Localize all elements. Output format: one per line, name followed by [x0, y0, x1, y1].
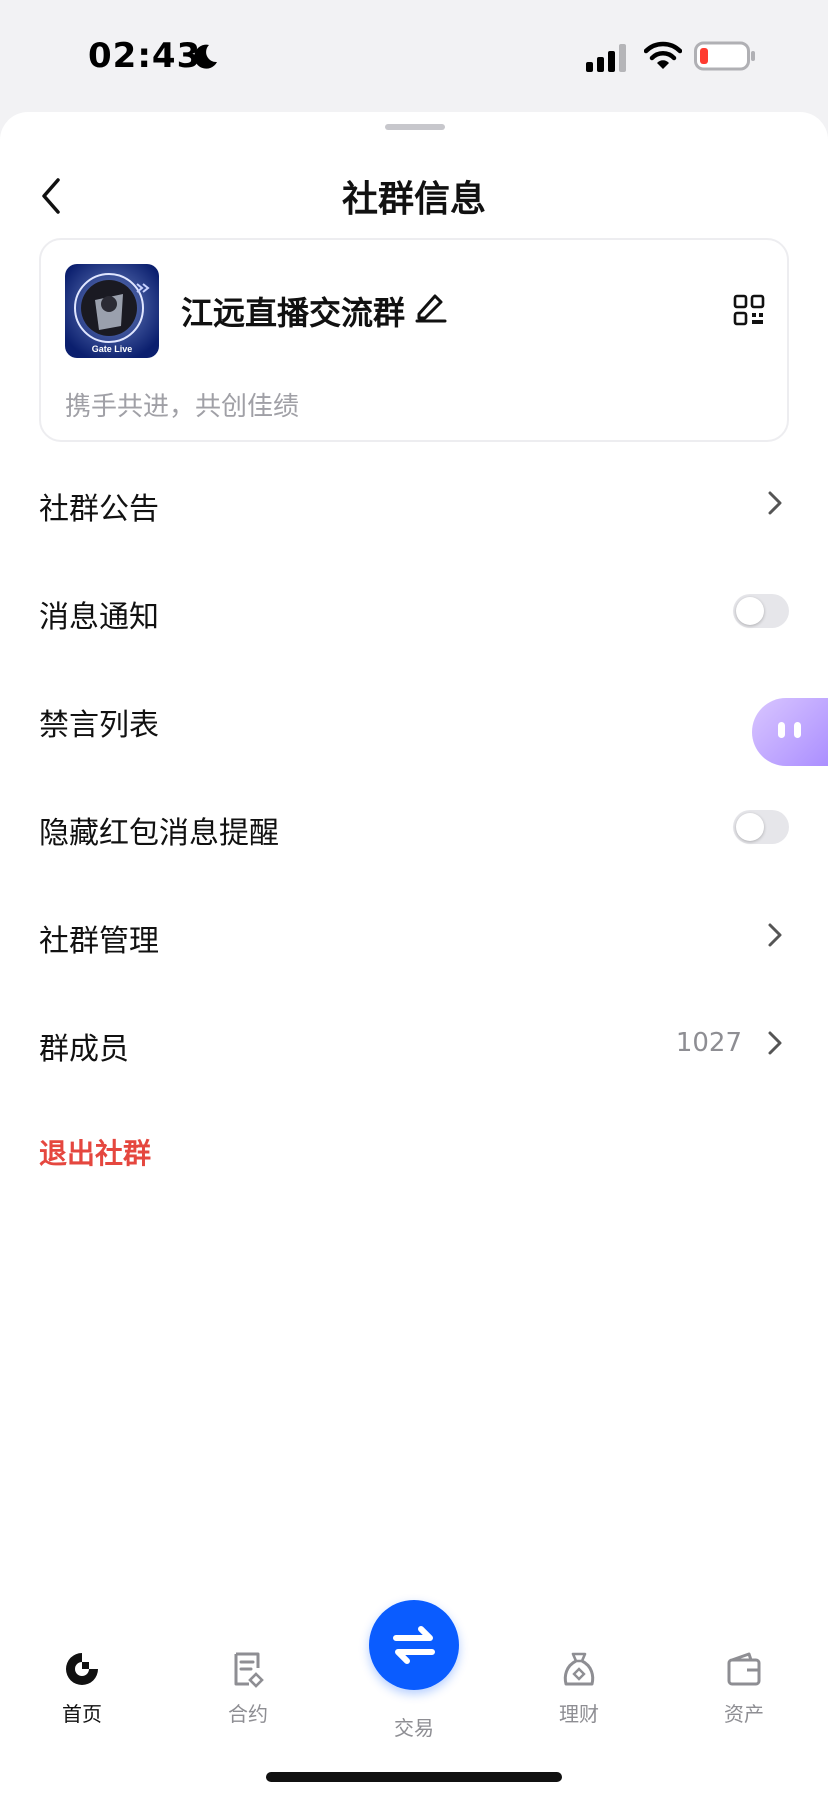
- gate-live-avatar-image: Gate Live: [65, 264, 159, 358]
- row-exit-group[interactable]: 退出社群: [0, 1104, 828, 1200]
- group-description: 携手共进，共创佳绩: [65, 392, 300, 422]
- row-label: 隐藏红包消息提醒: [39, 816, 279, 851]
- tab-label: 首页: [62, 1702, 102, 1726]
- battery-icon: [694, 41, 755, 71]
- chevron-right-icon: [768, 923, 782, 947]
- gate-home-icon: [66, 1653, 98, 1685]
- tab-assets[interactable]: 资产: [689, 1650, 799, 1740]
- row-mute-list[interactable]: 禁言列表: [0, 672, 828, 768]
- row-hide-red-packet: 隐藏红包消息提醒: [0, 780, 828, 876]
- chevron-right-icon: [768, 491, 782, 515]
- hide-red-packet-toggle[interactable]: [733, 810, 789, 844]
- row-label: 消息通知: [39, 600, 159, 635]
- row-group-members[interactable]: 群成员 1027: [0, 996, 828, 1092]
- chevron-right-icon: [768, 1031, 782, 1055]
- row-label: 禁言列表: [39, 708, 159, 743]
- row-group-management[interactable]: 社群管理: [0, 888, 828, 984]
- status-time: 02:43: [88, 36, 202, 76]
- wallet-icon: [727, 1652, 761, 1686]
- exit-group-button[interactable]: 退出社群: [39, 1132, 151, 1172]
- signal-icon: [586, 44, 626, 72]
- assistant-float-button[interactable]: [752, 698, 828, 766]
- swap-arrows-icon: [393, 1626, 435, 1664]
- tab-home[interactable]: 首页: [27, 1650, 137, 1740]
- toggle-knob: [736, 813, 764, 841]
- tab-label: 交易: [394, 1716, 434, 1740]
- pencil-icon[interactable]: [413, 288, 449, 324]
- row-label: 群成员: [39, 1032, 129, 1067]
- sheet-grabber[interactable]: [385, 124, 445, 130]
- message-notification-toggle[interactable]: [733, 594, 789, 628]
- tab-trade-button[interactable]: [369, 1600, 459, 1690]
- row-announcement[interactable]: 社群公告: [0, 456, 828, 552]
- tab-wealth[interactable]: 理财: [524, 1650, 634, 1740]
- tab-label: 理财: [559, 1702, 599, 1726]
- page-title: 社群信息: [341, 179, 486, 220]
- assistant-eye-icon: [778, 722, 785, 738]
- home-indicator: [266, 1772, 562, 1782]
- avatar-caption: Gate Live: [92, 344, 133, 354]
- group-name: 江远直播交流群: [181, 294, 406, 332]
- assistant-eye-icon: [794, 722, 801, 738]
- moon-icon: [194, 44, 217, 69]
- wifi-icon: [644, 41, 682, 69]
- tab-contract[interactable]: 合约: [193, 1650, 303, 1740]
- row-label: 社群管理: [39, 924, 159, 959]
- member-count: 1027: [675, 1028, 742, 1058]
- tab-label: 合约: [228, 1702, 268, 1726]
- group-avatar[interactable]: Gate Live: [65, 264, 159, 358]
- row-label: 社群公告: [39, 492, 159, 527]
- tab-label: 资产: [724, 1702, 764, 1726]
- contract-icon: [234, 1652, 264, 1688]
- bottom-tab-bar: 首页 合约 交易 理财 资产: [0, 1600, 828, 1795]
- group-card: Gate Live 江远直播交流群 携手共进，共创佳绩: [39, 238, 789, 442]
- status-bar: 02:43: [0, 0, 828, 110]
- wealth-bag-icon: [563, 1652, 595, 1686]
- toggle-knob: [736, 597, 764, 625]
- row-message-notification: 消息通知: [0, 564, 828, 660]
- qr-code-icon[interactable]: [733, 294, 765, 326]
- group-info-sheet: 社群信息 Gate Live 江远直播交流群 携手共进，共创佳绩 社群公告 消息…: [0, 112, 828, 1795]
